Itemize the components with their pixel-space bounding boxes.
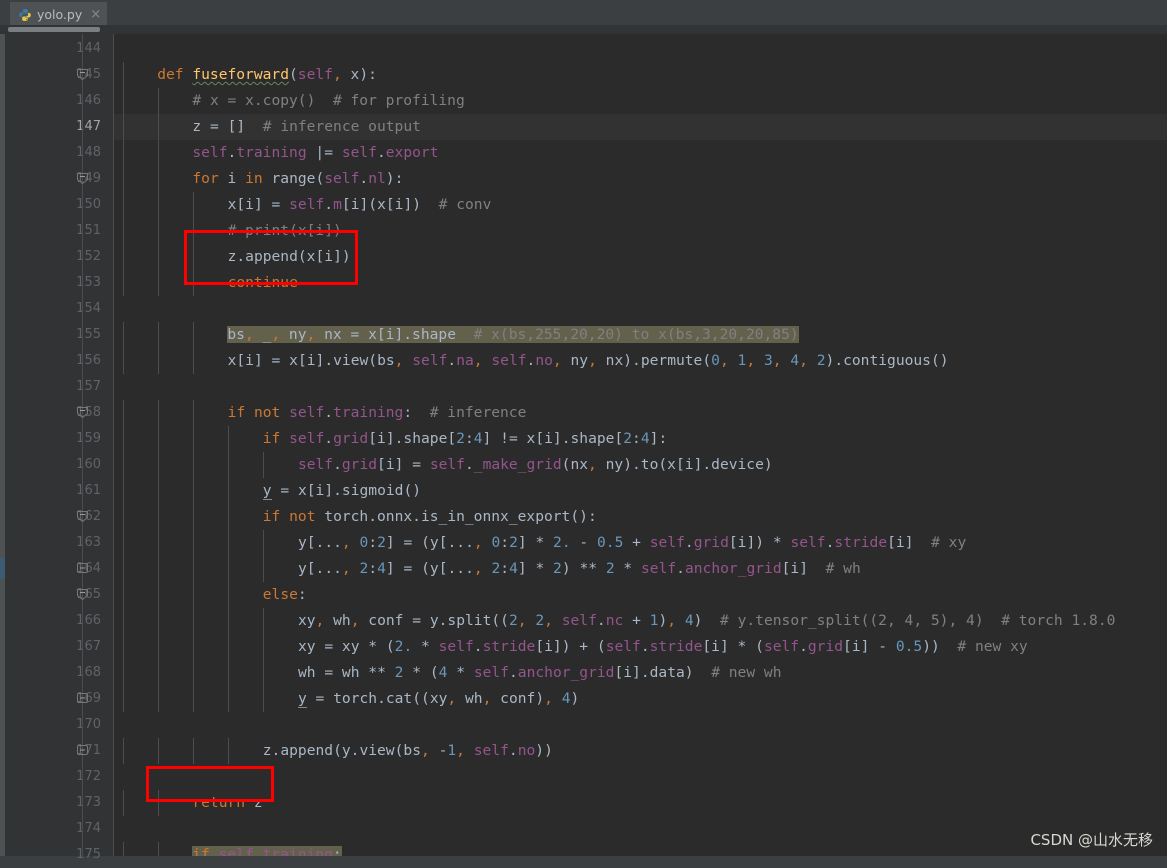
code-line[interactable]: y = torch.cat((xy, wh, conf), 4): [114, 686, 1167, 712]
line-number: 151: [76, 223, 101, 238]
code-folding-rail: [82, 34, 83, 856]
code-line[interactable]: # x = x.copy() # for profiling: [114, 88, 1167, 114]
line-number: 172: [76, 769, 101, 784]
code-line[interactable]: self.training |= self.export: [114, 140, 1167, 166]
code-line[interactable]: # print(x[i]): [114, 218, 1167, 244]
code-line[interactable]: [114, 764, 1167, 790]
line-number: 152: [76, 249, 101, 264]
fold-toggle-icon[interactable]: [75, 691, 90, 706]
code-line[interactable]: bs, _, ny, nx = x[i].shape # x(bs,255,20…: [114, 322, 1167, 348]
line-number: 148: [76, 145, 101, 160]
code-line[interactable]: [114, 296, 1167, 322]
code-editor-area[interactable]: def fuseforward(self, x): # x = x.copy()…: [114, 34, 1167, 856]
line-number: 161: [76, 483, 101, 498]
line-number: 156: [76, 353, 101, 368]
line-number: 146: [76, 93, 101, 108]
code-line[interactable]: def fuseforward(self, x):: [114, 62, 1167, 88]
fold-toggle-icon[interactable]: [75, 509, 90, 524]
code-line[interactable]: x[i] = self.m[i](x[i]) # conv: [114, 192, 1167, 218]
ide-window: yolo.py × 144 145 146 147 148 149 150 151 152 153…: [0, 0, 1167, 862]
tab-label: yolo.py: [37, 7, 83, 22]
code-line[interactable]: continue: [114, 270, 1167, 296]
code-line[interactable]: x[i] = x[i].view(bs, self.na, self.no, n…: [114, 348, 1167, 374]
line-number: 159: [76, 431, 101, 446]
fold-toggle-icon[interactable]: [75, 405, 90, 420]
code-line[interactable]: if not self.training: # inference: [114, 400, 1167, 426]
fold-toggle-icon[interactable]: [75, 743, 90, 758]
tab-yolo-py[interactable]: yolo.py ×: [10, 2, 108, 25]
code-line[interactable]: [114, 712, 1167, 738]
line-number: 153: [76, 275, 101, 290]
code-line[interactable]: xy = xy * (2. * self.stride[i]) + (self.…: [114, 634, 1167, 660]
code-line[interactable]: z.append(x[i]): [114, 244, 1167, 270]
code-line[interactable]: xy, wh, conf = y.split((2, 2, self.nc + …: [114, 608, 1167, 634]
code-line[interactable]: y = x[i].sigmoid(): [114, 478, 1167, 504]
line-number: 173: [76, 795, 101, 810]
code-line[interactable]: [114, 374, 1167, 400]
line-number: 160: [76, 457, 101, 472]
code-line[interactable]: [114, 816, 1167, 842]
code-line[interactable]: return z: [114, 790, 1167, 816]
horizontal-scrollbar-track[interactable]: [0, 25, 1167, 34]
code-line[interactable]: else:: [114, 582, 1167, 608]
fold-toggle-icon[interactable]: [75, 587, 90, 602]
line-number: 168: [76, 665, 101, 680]
python-file-icon: [18, 8, 32, 22]
line-number-gutter[interactable]: 144 145 146 147 148 149 150 151 152 153 154 155 156 1…: [5, 34, 113, 862]
line-number: 155: [76, 327, 101, 342]
line-number: 154: [76, 301, 101, 316]
line-number: 157: [76, 379, 101, 394]
code-line[interactable]: y[..., 2:4] = (y[..., 2:4] * 2) ** 2 * s…: [114, 556, 1167, 582]
code-line[interactable]: [114, 36, 1167, 62]
code-line[interactable]: self.grid[i] = self._make_grid(nx, ny).t…: [114, 452, 1167, 478]
code-line[interactable]: for i in range(self.nl):: [114, 166, 1167, 192]
close-icon[interactable]: ×: [90, 8, 101, 21]
fold-toggle-icon[interactable]: [75, 171, 90, 186]
horizontal-scrollbar-thumb[interactable]: [8, 27, 100, 32]
editor-tab-bar: yolo.py ×: [0, 0, 1167, 26]
code-line[interactable]: z.append(y.view(bs, -1, self.no)): [114, 738, 1167, 764]
csdn-watermark: CSDN @山水无移: [1030, 831, 1153, 849]
line-number: 150: [76, 197, 101, 212]
line-number: 175: [76, 847, 101, 862]
code-line[interactable]: z = [] # inference output: [114, 114, 1167, 140]
line-number: 163: [76, 535, 101, 550]
code-line[interactable]: wh = wh ** 2 * (4 * self.anchor_grid[i].…: [114, 660, 1167, 686]
line-number: 174: [76, 821, 101, 836]
line-number: 147: [76, 119, 101, 134]
code-line[interactable]: if self.grid[i].shape[2:4] != x[i].shape…: [114, 426, 1167, 452]
line-number: 170: [76, 717, 101, 732]
line-number: 166: [76, 613, 101, 628]
line-number: 144: [76, 41, 101, 56]
code-line[interactable]: if self.training:: [114, 842, 1167, 856]
code-line[interactable]: if not torch.onnx.is_in_onnx_export():: [114, 504, 1167, 530]
line-number: 167: [76, 639, 101, 654]
code-line[interactable]: y[..., 0:2] = (y[..., 0:2] * 2. - 0.5 + …: [114, 530, 1167, 556]
fold-toggle-icon[interactable]: [75, 561, 90, 576]
fold-toggle-icon[interactable]: [75, 67, 90, 82]
